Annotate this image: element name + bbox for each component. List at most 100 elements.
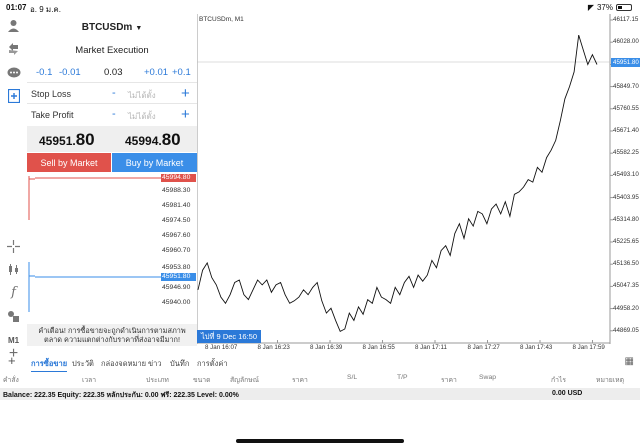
account-summary: Balance: 222.35 Equity: 222.35 หลักประกั… (0, 388, 640, 400)
stop-loss-plus-button[interactable]: + (181, 85, 190, 102)
tab-mailbox[interactable]: กล่องจดหมาย (101, 358, 146, 370)
depth-tick: 45988.30 (162, 187, 191, 194)
stop-loss-row: Stop Loss - ไม่ได้ตั้ง + (31, 85, 191, 102)
divider (27, 82, 197, 83)
take-profit-input[interactable]: ไม่ได้ตั้ง (128, 110, 156, 123)
step-plus-001[interactable]: +0.01 (144, 67, 168, 78)
y-tick-label: 45403.95 (613, 193, 639, 201)
ask-price: 45994.80 (125, 130, 181, 150)
step-minus-001[interactable]: -0.01 (59, 67, 81, 78)
home-indicator[interactable] (236, 439, 404, 443)
col-header: ประเภท (146, 377, 169, 384)
price-line (197, 34, 598, 333)
symbol-selector[interactable]: BTCUSDm ▼ (27, 22, 197, 33)
price-chart[interactable]: BTCUSDm, M1 46117.1546028.0045938.854584… (197, 14, 640, 354)
col-header: หมายเหตุ (596, 377, 624, 384)
price-display: 45951.80 45994.80 (27, 126, 197, 152)
execution-type[interactable]: Market Execution (27, 45, 197, 56)
y-tick-label: 45493.10 (613, 171, 639, 179)
tick-chart: 45988.30 45981.40 45974.50 45967.60 4596… (27, 172, 197, 322)
stop-loss-minus-button[interactable]: - (112, 87, 116, 99)
sell-button[interactable]: Sell by Market (27, 153, 111, 172)
depth-tick: 45967.60 (162, 232, 191, 239)
step-plus-01[interactable]: +0.1 (172, 67, 191, 78)
x-tick-label: 8 Jan 16:23 (257, 344, 290, 351)
y-tick-label: 45225.65 (613, 238, 639, 245)
x-tick-label: 8 Jan 16:39 (310, 344, 343, 351)
wifi-icon: ◤ (587, 3, 594, 12)
depth-tick: 45940.00 (162, 299, 191, 306)
transfer-icon[interactable] (5, 40, 22, 57)
tab-news[interactable]: ข่าว (148, 358, 162, 370)
status-time: 01:07 (6, 3, 27, 12)
tab-settings[interactable]: การตั้งค่า (197, 358, 228, 370)
bid-price-pips: 80 (75, 130, 95, 149)
tab-trade[interactable]: การซื้อขาย (31, 358, 68, 372)
function-icon[interactable]: f (5, 284, 22, 301)
status-bar: 01:07 อ. 9 ม.ค. ◤ 37% (0, 0, 640, 14)
candles-icon[interactable] (5, 261, 22, 278)
col-header: S/L (347, 374, 358, 381)
y-tick-label: 45136.50 (613, 260, 639, 268)
x-tick-label: 8 Jan 17:27 (467, 344, 500, 351)
volume-value[interactable]: 0.03 (104, 67, 123, 78)
trade-table-header: คำสั่ง เวลา ประเภท ขนาด สัญลักษณ์ ราคา S… (0, 374, 640, 384)
balance-text: Balance: 222.35 Equity: 222.35 หลักประกั… (3, 392, 239, 399)
tab-history[interactable]: ประวัติ (72, 358, 94, 370)
y-tick-label: 44958.20 (613, 304, 639, 312)
col-header: T/P (397, 374, 408, 381)
objects-icon[interactable] (5, 308, 22, 325)
bid-price-tag: 45951.80 (161, 273, 196, 281)
x-tick-label: 8 Jan 16:55 (362, 344, 395, 351)
x-tick-label: 8 Jan 17:59 (572, 344, 605, 351)
x-tick-label: 8 Jan 17:11 (415, 344, 447, 351)
take-profit-minus-button[interactable]: - (112, 108, 116, 120)
take-profit-row: Take Profit - ไม่ได้ตั้ง + (31, 106, 191, 123)
col-header: Swap (479, 374, 497, 381)
y-tick-label: 45314.80 (613, 215, 639, 223)
bid-price: 45951.80 (39, 130, 95, 150)
status-right: ◤ 37% (588, 3, 632, 12)
depth-tick: 45960.70 (162, 247, 191, 254)
add-icon[interactable]: + (8, 354, 16, 368)
x-tick-label: 8 Jan 17:43 (520, 344, 553, 351)
step-minus-01[interactable]: -0.1 (36, 67, 52, 78)
battery-icon (616, 4, 632, 11)
bottom-tabs: + การซื้อขาย ประวัติ กล่องจดหมาย ข่าว บั… (0, 354, 640, 372)
price-chart-svg (197, 14, 613, 344)
y-tick-label: 45760.55 (613, 104, 639, 112)
divider (27, 103, 197, 104)
col-header: ราคา (292, 377, 308, 384)
col-header: ขนาด (193, 377, 211, 384)
user-icon[interactable] (5, 17, 22, 34)
panel-layout-icon[interactable]: ▦ (625, 356, 634, 367)
chart-title: BTCUSDm, M1 (199, 16, 244, 23)
battery-fill (618, 6, 622, 9)
take-profit-label: Take Profit (31, 110, 74, 120)
ask-price-pips: 80 (161, 130, 181, 149)
depth-tick: 45974.50 (162, 217, 191, 224)
col-header: สัญลักษณ์ (230, 377, 260, 384)
y-tick-label: 45047.35 (613, 282, 639, 290)
depth-tick: 45953.80 (162, 264, 191, 271)
take-profit-plus-button[interactable]: + (181, 106, 190, 123)
tab-journal[interactable]: บันทึก (170, 358, 189, 370)
y-tick-label: 46117.15 (613, 16, 639, 23)
crosshair-icon[interactable] (5, 238, 22, 255)
col-header: เวลา (82, 377, 97, 384)
goto-date-badge[interactable]: ไปที่ 9 Dec 16:50 (197, 330, 262, 343)
depth-tick: 45981.40 (162, 202, 191, 209)
y-tick-label: 44869.05 (613, 326, 639, 334)
chat-icon[interactable] (5, 64, 22, 81)
buy-button[interactable]: Buy by Market (112, 153, 197, 172)
stop-loss-input[interactable]: ไม่ได้ตั้ง (128, 89, 156, 102)
y-tick-label: 45671.40 (613, 127, 639, 134)
x-tick-label: 8 Jan 16:07 (205, 344, 238, 351)
y-tick-label: 46028.00 (613, 38, 639, 46)
stop-loss-label: Stop Loss (31, 89, 72, 99)
new-order-icon[interactable] (5, 87, 22, 104)
y-tick-label: 45582.25 (613, 149, 639, 157)
left-toolbar: f M1 + (0, 14, 27, 362)
current-price-tag: 45951.80 (611, 58, 640, 67)
col-header: กำไร (551, 377, 567, 384)
